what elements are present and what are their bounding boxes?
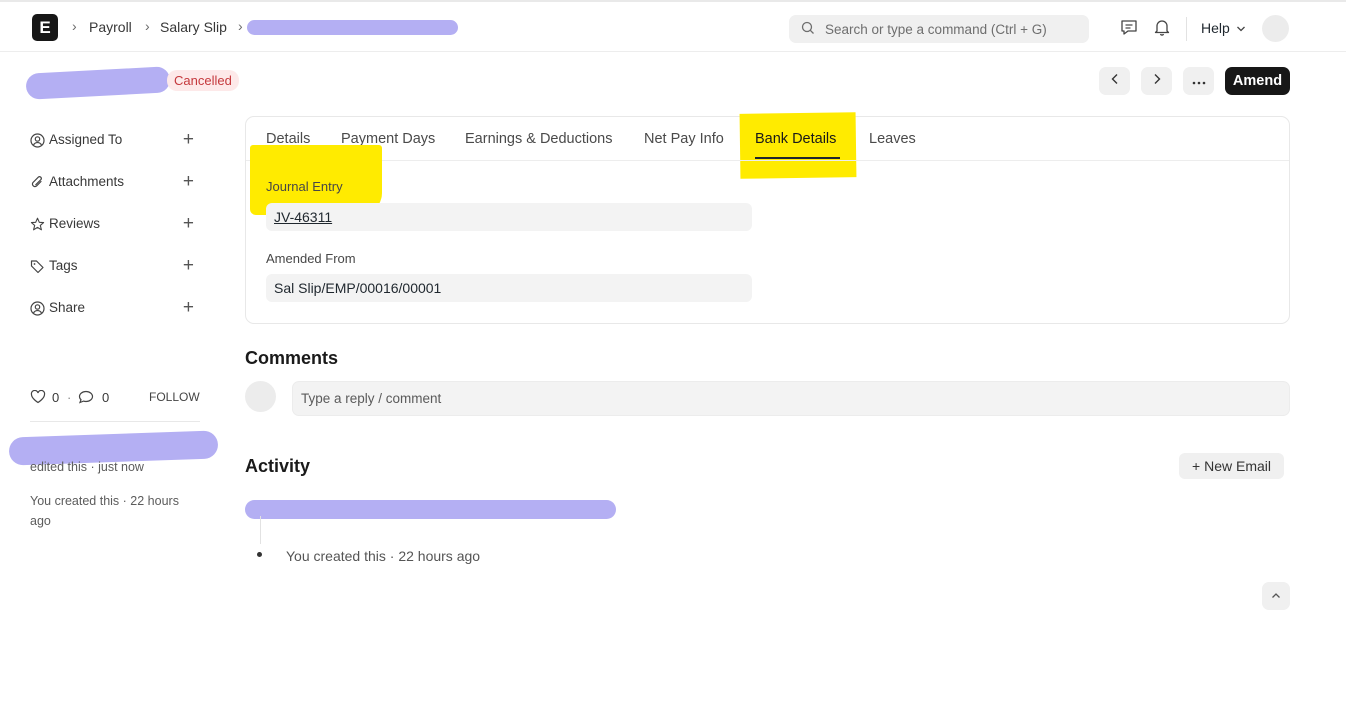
- search-icon: [801, 21, 814, 34]
- tab-leaves[interactable]: Leaves: [869, 131, 916, 147]
- comments-title: Comments: [245, 348, 339, 368]
- dot-separator: ·: [67, 390, 72, 405]
- follow-button[interactable]: FOLLOW: [149, 390, 200, 404]
- journal-entry-label: Journal Entry: [266, 179, 343, 194]
- tab-earnings-deductions[interactable]: Earnings & Deductions: [465, 131, 613, 147]
- breadcrumb-separator-icon: ›: [238, 18, 243, 34]
- active-tab-indicator: [755, 157, 840, 159]
- navbar: E › Payroll › Salary Slip › Help: [0, 0, 1346, 52]
- activity-item: You created this · 22 hours ago: [286, 548, 481, 564]
- comment-input[interactable]: [292, 381, 1290, 416]
- edited-info: edited this · just now: [30, 460, 144, 474]
- sidebar-item-label: Assigned To: [49, 132, 123, 147]
- journal-entry-link[interactable]: JV-46311: [274, 209, 332, 225]
- star-icon: [30, 217, 45, 231]
- comments-count: 0: [102, 390, 110, 405]
- breadcrumb-separator-icon: ›: [145, 18, 150, 34]
- sidebar-item-attachments[interactable]: Attachments +: [30, 172, 202, 194]
- plus-icon[interactable]: +: [183, 214, 194, 234]
- amend-button[interactable]: Amend: [1225, 67, 1290, 95]
- sidebar-item-label: Attachments: [49, 174, 125, 189]
- divider: [1186, 17, 1187, 41]
- help-dropdown[interactable]: Help: [1201, 20, 1246, 36]
- more-options-button[interactable]: [1183, 67, 1214, 95]
- activity-title: Activity: [245, 456, 311, 476]
- tab-net-pay-info[interactable]: Net Pay Info: [644, 131, 724, 147]
- chevron-left-icon: [1111, 74, 1117, 84]
- app-logo[interactable]: E: [32, 14, 58, 41]
- created-info: You created this · 22 hours ago: [30, 494, 179, 528]
- breadcrumb-payroll[interactable]: Payroll: [89, 19, 132, 35]
- sidebar-item-reviews[interactable]: Reviews +: [30, 214, 202, 236]
- tag-icon: [30, 260, 44, 274]
- avatar: [245, 381, 276, 412]
- heart-icon[interactable]: [30, 390, 46, 404]
- timeline-dot: [257, 552, 262, 557]
- status-badge: Cancelled: [167, 70, 239, 91]
- redacted-document-title: [25, 66, 171, 100]
- form-card: Details Payment Days Earnings & Deductio…: [245, 112, 1290, 324]
- tab-bank-details[interactable]: Bank Details: [755, 131, 836, 147]
- amended-from-field[interactable]: Sal Slip/EMP/00016/00001: [266, 274, 752, 302]
- plus-icon[interactable]: +: [183, 130, 194, 150]
- redacted-activity-entry: [245, 500, 616, 519]
- paperclip-icon: [31, 176, 42, 188]
- plus-icon[interactable]: +: [183, 256, 194, 276]
- sidebar-item-assigned-to[interactable]: Assigned To +: [30, 130, 202, 152]
- new-email-button[interactable]: + New Email: [1179, 453, 1284, 479]
- likes-count: 0: [52, 390, 60, 405]
- breadcrumb-separator-icon: ›: [72, 18, 77, 34]
- breadcrumb-salary-slip[interactable]: Salary Slip: [160, 19, 227, 35]
- chat-icon[interactable]: [1120, 19, 1138, 36]
- sidebar-item-tags[interactable]: Tags +: [30, 256, 202, 278]
- user-icon: [30, 133, 45, 148]
- search-bar[interactable]: [789, 15, 1089, 43]
- ellipsis-icon: [1192, 81, 1205, 85]
- journal-entry-field[interactable]: JV-46311: [266, 203, 752, 231]
- previous-button[interactable]: [1099, 67, 1130, 95]
- sidebar-item-label: Share: [49, 300, 86, 315]
- sidebar-item-label: Reviews: [49, 216, 101, 231]
- plus-icon[interactable]: +: [183, 172, 194, 192]
- sidebar-item-label: Tags: [49, 258, 78, 273]
- chevron-up-icon: [1272, 593, 1280, 598]
- redacted-document-name: [247, 20, 458, 35]
- scroll-to-top-button[interactable]: [1262, 582, 1290, 610]
- help-label: Help: [1201, 20, 1230, 36]
- amended-from-label: Amended From: [266, 251, 356, 266]
- bell-icon[interactable]: [1154, 19, 1170, 36]
- divider: [30, 421, 200, 422]
- next-button[interactable]: [1141, 67, 1172, 95]
- share-user-icon: [30, 301, 45, 316]
- divider: [246, 160, 1289, 161]
- chevron-right-icon: [1154, 74, 1160, 84]
- comment-icon[interactable]: [78, 390, 94, 404]
- user-avatar[interactable]: [1262, 15, 1289, 42]
- plus-icon[interactable]: +: [183, 298, 194, 318]
- timeline-line: [260, 516, 261, 544]
- likes-comments-bar: 0 · 0 FOLLOW: [30, 388, 202, 408]
- amended-from-value: Sal Slip/EMP/00016/00001: [274, 280, 442, 296]
- sidebar-item-share[interactable]: Share +: [30, 298, 202, 320]
- search-input[interactable]: [825, 15, 1080, 43]
- chevron-down-icon: [1236, 26, 1245, 32]
